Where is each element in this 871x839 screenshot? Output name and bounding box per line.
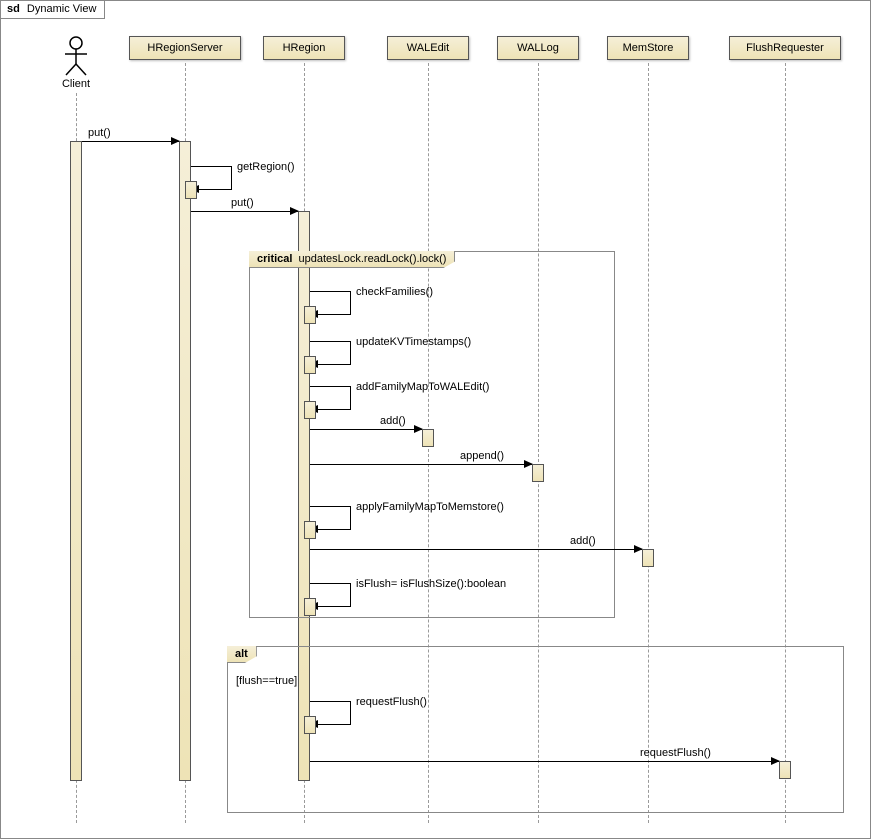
msg-label: append() [460, 450, 504, 462]
msg-label: updateKVTimestamps() [356, 336, 471, 348]
actor-icon [62, 36, 90, 76]
exec-self-1 [304, 306, 316, 324]
msg-label: applyFamilyMapToMemstore() [356, 501, 504, 513]
msg-put-client-to-hrs: put() [82, 141, 179, 142]
msg-label: put() [88, 127, 111, 139]
frame-title: Dynamic View [27, 3, 97, 15]
msg-self-isflush: isFlush= isFlushSize():boolean [310, 583, 351, 607]
msg-label: checkFamilies() [356, 286, 433, 298]
fragment-alt: alt [flush==true] [227, 646, 844, 813]
msg-self-updatekv: updateKVTimestamps() [310, 341, 351, 365]
exec-memstore [642, 549, 654, 567]
msg-self-requestflush: requestFlush() [310, 701, 351, 725]
msg-put-hrs-to-hregion: put() [191, 211, 298, 212]
frag-text: updatesLock.readLock().lock() [298, 253, 446, 265]
lifeline-head-hregion: HRegion [263, 36, 345, 60]
msg-self-applymem: applyFamilyMapToMemstore() [310, 506, 351, 530]
actor-client-label: Client [56, 78, 96, 90]
diagram-frame-label: sd Dynamic View [1, 1, 105, 19]
msg-label: add() [380, 415, 406, 427]
exec-waledit [422, 429, 434, 447]
lifeline-head-waledit: WALEdit [387, 36, 469, 60]
exec-self-6 [304, 716, 316, 734]
exec-client [70, 141, 82, 781]
exec-self-3 [304, 401, 316, 419]
arrow-right-icon [290, 207, 299, 215]
fragment-critical-title: critical updatesLock.readLock().lock() [249, 251, 455, 268]
msg-label: put() [231, 197, 254, 209]
msg-self-getregion: getRegion() [191, 166, 232, 190]
frag-op: critical [257, 253, 292, 265]
msg-label: getRegion() [237, 161, 294, 173]
exec-hregionserver [179, 141, 191, 781]
msg-label: requestFlush() [640, 747, 711, 759]
lifeline-head-hregionserver: HRegionServer [129, 36, 241, 60]
lifeline-head-flushrequester: FlushRequester [729, 36, 841, 60]
msg-self-checkfamilies: checkFamilies() [310, 291, 351, 315]
msg-append-wallog: append() [310, 464, 532, 465]
msg-label: requestFlush() [356, 696, 427, 708]
exec-self-5 [304, 598, 316, 616]
exec-hrs-self [185, 181, 197, 199]
exec-flushrequester [779, 761, 791, 779]
lifeline-head-wallog: WALLog [497, 36, 579, 60]
msg-label: addFamilyMapToWALEdit() [356, 381, 489, 393]
actor-client: Client [56, 36, 96, 90]
lifeline-head-memstore: MemStore [607, 36, 689, 60]
msg-label: add() [570, 535, 596, 547]
frag-op: alt [235, 648, 248, 660]
sequence-diagram: sd Dynamic View Client HRegionServer HRe… [0, 0, 871, 839]
alt-guard: [flush==true] [236, 675, 297, 687]
exec-self-2 [304, 356, 316, 374]
frame-prefix: sd [7, 3, 20, 15]
msg-add-waledit: add() [310, 429, 422, 430]
msg-label: isFlush= isFlushSize():boolean [356, 578, 506, 590]
exec-self-4 [304, 521, 316, 539]
msg-requestflush-call: requestFlush() [310, 761, 779, 762]
msg-add-memstore: add() [310, 549, 642, 550]
arrow-right-icon [171, 137, 180, 145]
exec-wallog [532, 464, 544, 482]
fragment-alt-title: alt [227, 646, 257, 663]
msg-self-addfamwal: addFamilyMapToWALEdit() [310, 386, 351, 410]
